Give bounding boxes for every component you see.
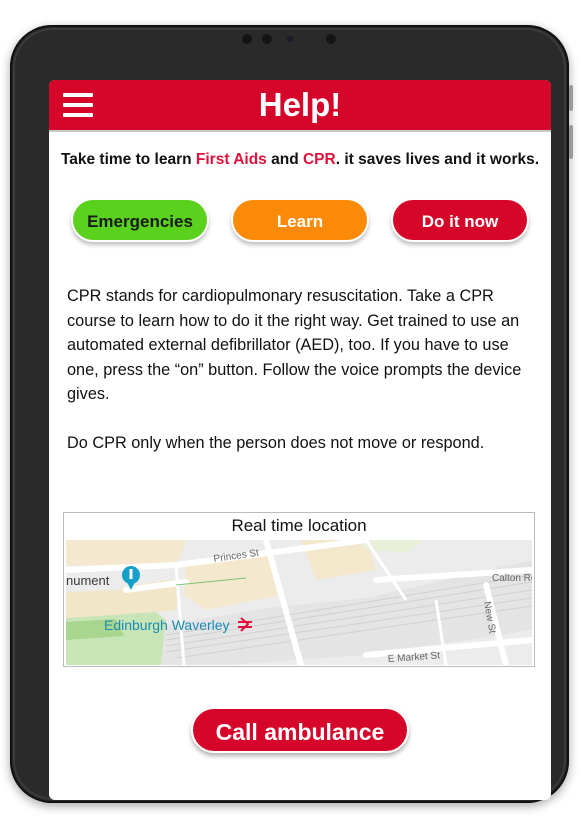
map-label-calton-rd: Calton Ro	[492, 573, 532, 584]
app-header: Help!	[49, 80, 551, 132]
cpr-paragraph: CPR stands for cardiopulmonary resuscita…	[67, 287, 522, 403]
tagline-text: . it saves lives and it works.	[335, 151, 540, 168]
sensor-dot	[262, 34, 272, 44]
cpr-highlight: CPR	[302, 151, 336, 168]
power-button	[569, 85, 573, 111]
location-map-card: Real time location Princes St nument Edi…	[63, 512, 535, 667]
first-aids-highlight: First Aids	[195, 151, 267, 168]
learn-button[interactable]: Learn	[231, 198, 369, 242]
call-ambulance-button[interactable]: Call ambulance	[191, 707, 409, 753]
cpr-paragraph: Do CPR only when the person does not mov…	[67, 433, 485, 452]
sensor-dot	[242, 34, 252, 44]
tagline: Take time to learn First Aids and CPR. i…	[49, 151, 551, 169]
cpr-info: CPR stands for cardiopulmonary resuscita…	[67, 284, 537, 479]
sensor-dot	[326, 34, 336, 44]
emergencies-button[interactable]: Emergencies	[71, 198, 209, 242]
do-it-now-button[interactable]: Do it now	[391, 198, 529, 242]
volume-button	[569, 125, 573, 159]
camera-icon	[287, 36, 293, 42]
map-graphic: Princes St nument Edinburgh Waverley Cal…	[66, 540, 532, 665]
map-view[interactable]: Princes St nument Edinburgh Waverley Cal…	[66, 540, 532, 665]
tagline-text: and	[266, 151, 303, 168]
page-title: Help!	[258, 86, 342, 123]
tablet-frame: Help! Take time to learn First Aids and …	[10, 25, 573, 803]
map-label-monument: nument	[66, 573, 110, 588]
tagline-text: Take time to learn	[60, 151, 196, 168]
map-title: Real time location	[231, 516, 367, 535]
map-label-waverley: Edinburgh Waverley	[104, 617, 230, 633]
app-screen: Help! Take time to learn First Aids and …	[49, 80, 551, 800]
